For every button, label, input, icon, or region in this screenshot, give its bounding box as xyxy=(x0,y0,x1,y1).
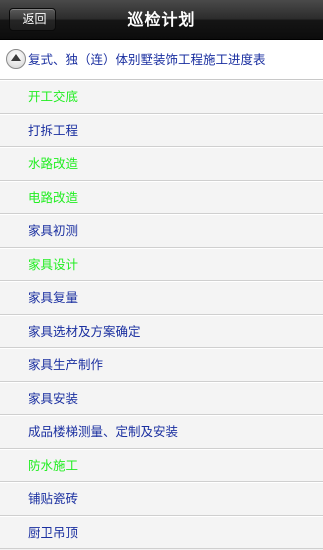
list-item[interactable]: 家具安装 xyxy=(0,381,323,415)
list-item[interactable]: 防水施工 xyxy=(0,448,323,482)
list-item[interactable]: 家具复量 xyxy=(0,281,323,315)
list-item[interactable]: 打拆工程 xyxy=(0,113,323,147)
collapse-up-icon[interactable] xyxy=(6,49,26,69)
page-title: 巡检计划 xyxy=(127,10,196,29)
list-item[interactable]: 厨卫吊顶 xyxy=(0,515,323,549)
list-item[interactable]: 铺贴瓷砖 xyxy=(0,482,323,516)
group-title: 复式、独（连）体别墅装饰工程施工进度表 xyxy=(28,52,266,67)
list-item[interactable]: 电路改造 xyxy=(0,180,323,214)
list-item[interactable]: 家具初测 xyxy=(0,214,323,248)
list-item[interactable]: 成品楼梯测量、定制及安装 xyxy=(0,415,323,449)
list-item[interactable]: 开工交底 xyxy=(0,80,323,114)
list-item[interactable]: 家具选材及方案确定 xyxy=(0,314,323,348)
group-header[interactable]: 复式、独（连）体别墅装饰工程施工进度表 xyxy=(0,40,323,80)
task-list: 开工交底 打拆工程 水路改造 电路改造 家具初测 家具设计 家具复量 家具选材及… xyxy=(0,80,323,549)
list-item[interactable]: 家具生产制作 xyxy=(0,348,323,382)
nav-bar: 返回 巡检计划 xyxy=(0,0,323,40)
list-item[interactable]: 家具设计 xyxy=(0,247,323,281)
list-item[interactable]: 水路改造 xyxy=(0,147,323,181)
